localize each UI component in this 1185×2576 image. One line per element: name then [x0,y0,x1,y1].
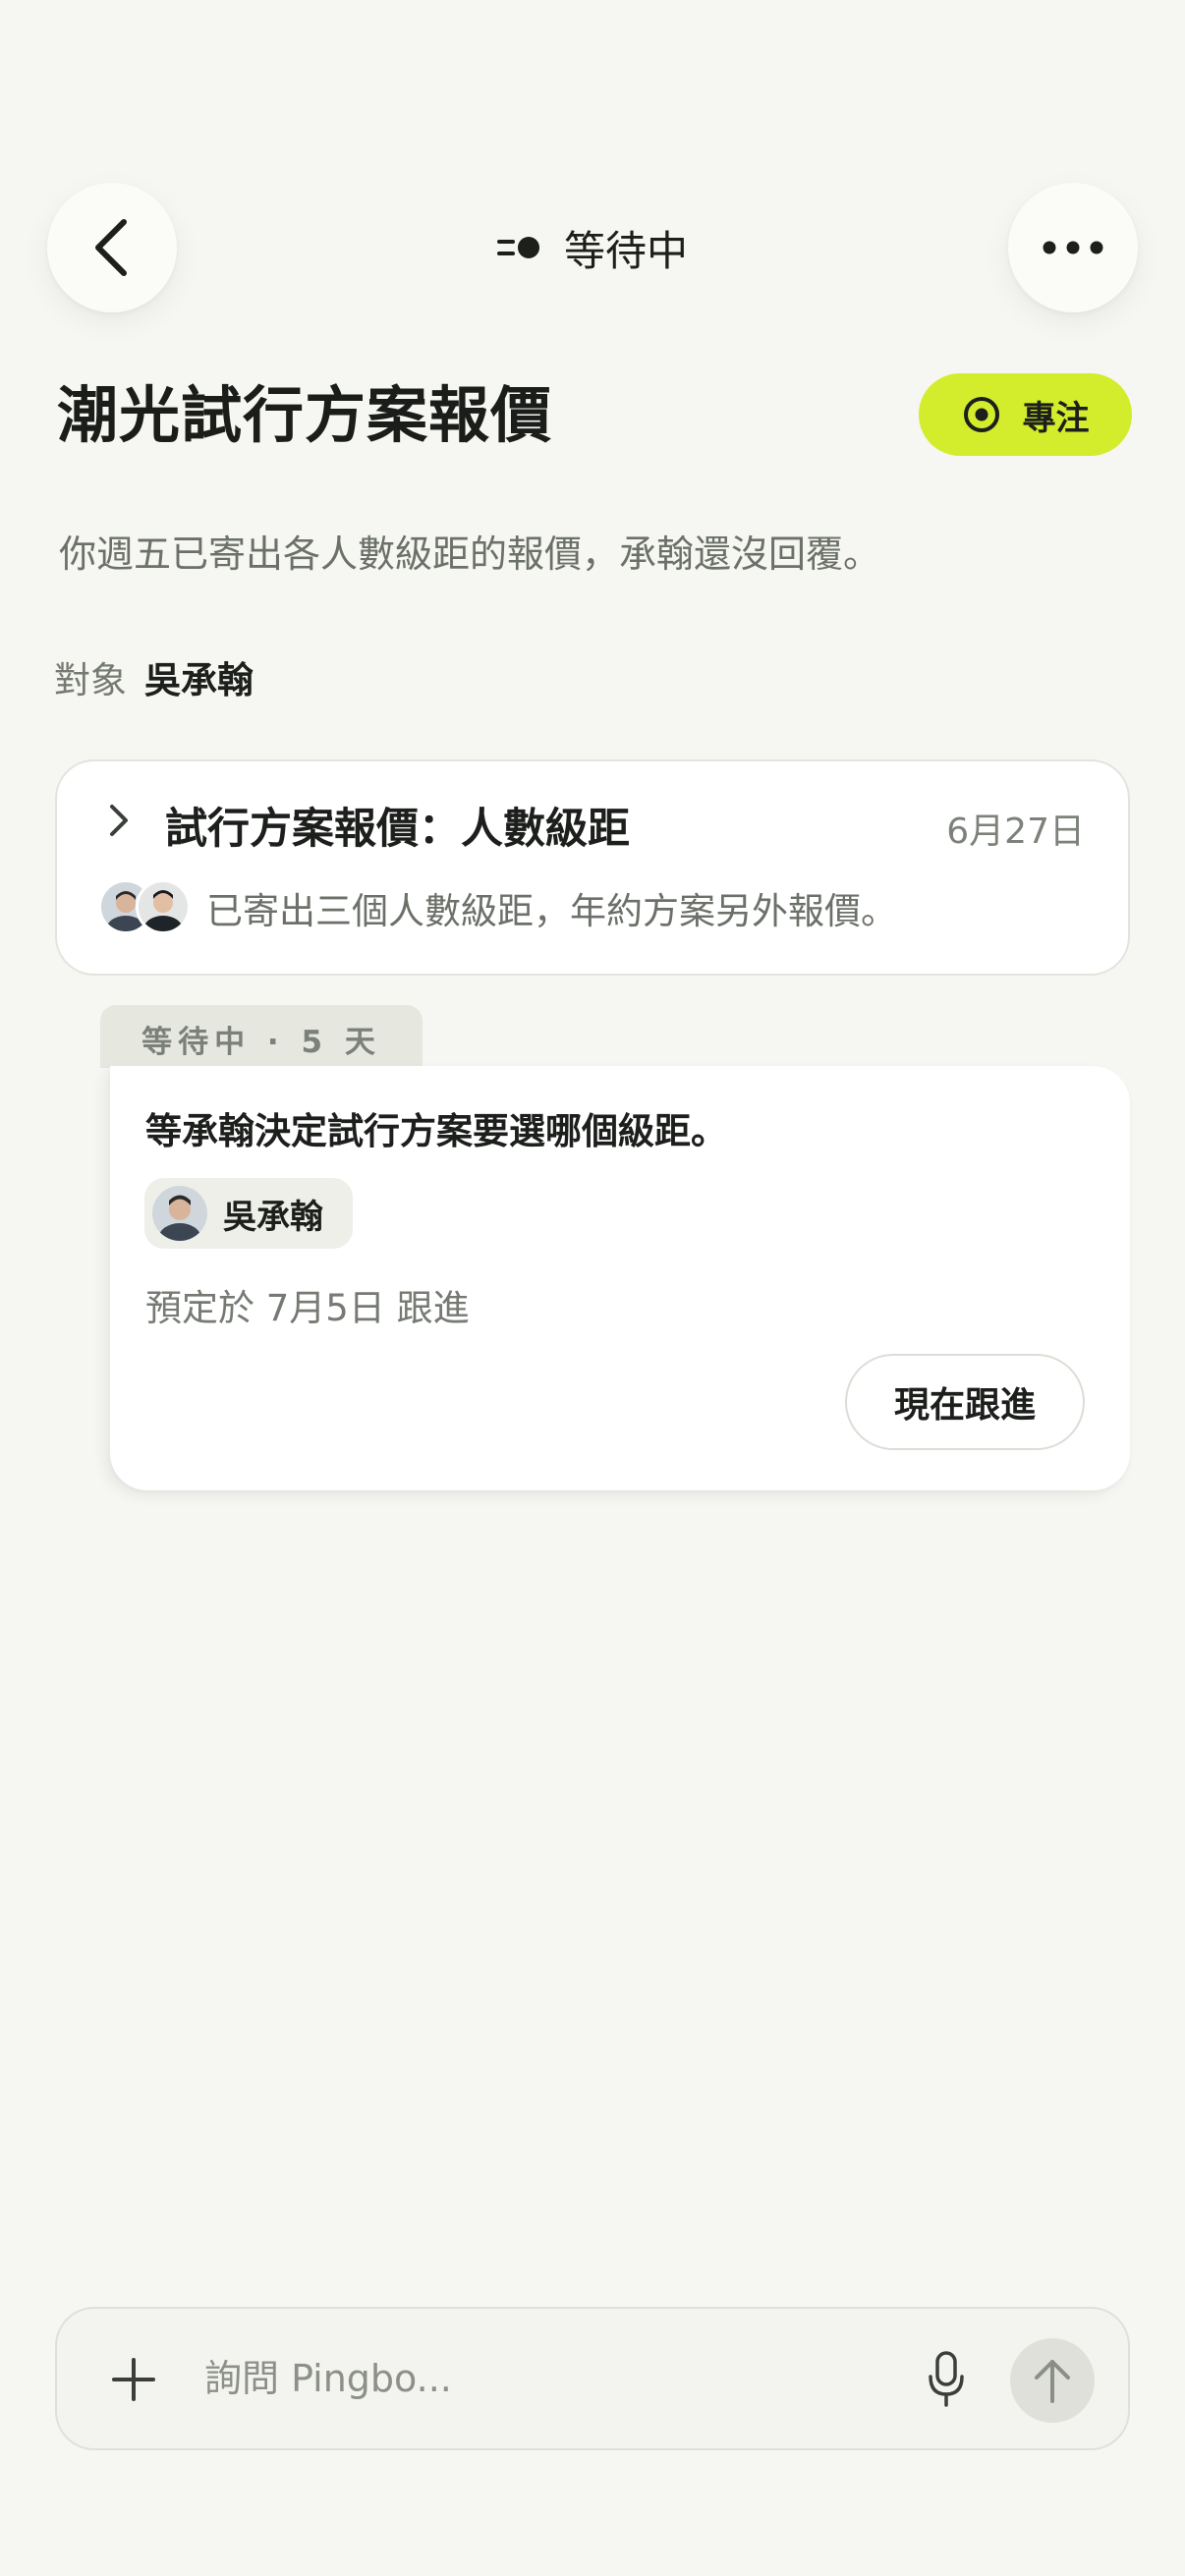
thread-subtitle: 已寄出三個人數級距，年約方案另外報價。 [206,890,897,932]
more-options-button[interactable] [1008,183,1138,312]
target-row: 對象 吳承翰 [54,650,254,703]
person-chip[interactable]: 吳承翰 [144,1178,353,1249]
task-summary: 你週五已寄出各人數級距的報價，承翰還沒回覆。 [59,532,881,576]
focus-label: 專注 [1022,398,1090,438]
waiting-title: 等承翰決定試行方案要選哪個級距。 [145,1110,727,1152]
avatar [136,879,191,934]
plus-icon [112,2358,155,2401]
page-title: 潮光試行方案報價 [57,379,553,451]
composer [55,2307,1130,2450]
arrow-up-icon [1035,2360,1070,2403]
target-label: 對象 [54,659,127,701]
follow-up-now-button[interactable]: 現在跟進 [845,1354,1085,1450]
waiting-card: 等承翰決定試行方案要選哪個級距。 吳承翰 預定於 7月5日 跟進 現在跟進 [110,1066,1130,1490]
thread-card[interactable]: 試行方案報價：人數級距 6月27日 已寄出三個人數級距，年約方案另外報價。 [55,759,1130,976]
send-button[interactable] [1010,2338,1095,2423]
participant-avatars [98,879,191,934]
followup-schedule: 預定於 7月5日 跟進 [145,1287,470,1329]
ellipsis-icon [1043,241,1103,254]
person-name: 吳承翰 [223,1197,323,1237]
target-name[interactable]: 吳承翰 [144,650,254,703]
waiting-duration-tab: 等待中 · 5 天 [100,1005,423,1068]
status-label: 等待中 [563,226,688,275]
chevron-right-icon [110,805,128,836]
target-icon [963,397,999,432]
waiting-dot-icon [496,237,539,258]
waiting-duration-label: 等待中 · 5 天 [141,1025,381,1060]
thread-title: 試行方案報價：人數級距 [165,805,630,854]
avatar [152,1186,207,1241]
focus-button[interactable]: 專注 [919,373,1132,456]
microphone-icon [929,2351,964,2407]
ask-input[interactable] [204,2350,922,2407]
thread-date: 6月27日 [946,812,1085,852]
add-button[interactable] [106,2352,161,2407]
microphone-button[interactable] [912,2348,981,2411]
